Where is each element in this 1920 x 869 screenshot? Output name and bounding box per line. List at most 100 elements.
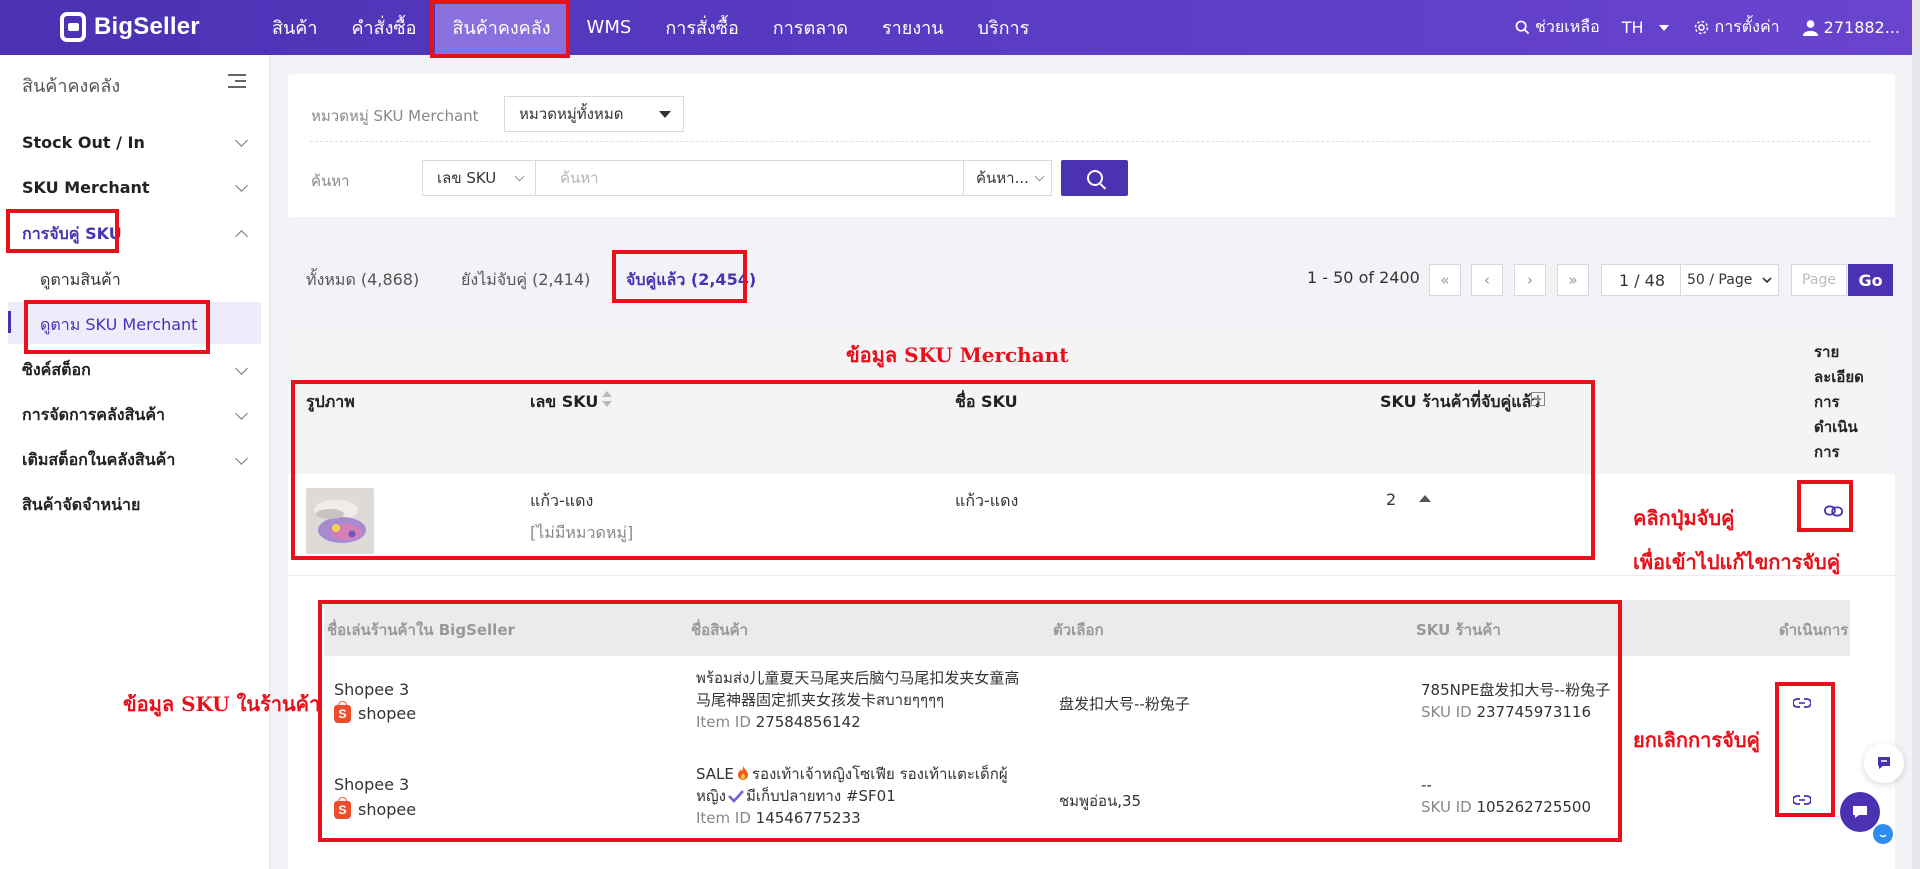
- sidebar-item-warehouse-management[interactable]: การจัดการคลังสินค้า: [22, 403, 250, 428]
- highlight-store-sku-area: [318, 600, 1622, 842]
- assistant-badge[interactable]: [1873, 824, 1893, 844]
- action-header-line: ราย: [1814, 343, 1840, 361]
- nav-right-tools: ช่วยเหลือ TH การตั้งค่า 271882...: [1515, 0, 1900, 55]
- prev-page-button[interactable]: ‹: [1471, 264, 1503, 296]
- highlight-nav-inventory: [430, 0, 570, 58]
- tab-unpaired[interactable]: ยังไม่จับคู่ (2,414): [461, 268, 590, 293]
- category-filter-label: หมวดหมู่ SKU Merchant: [311, 107, 479, 125]
- filter-divider: [310, 141, 1870, 142]
- search-field-value: เลข SKU: [437, 169, 497, 187]
- sidebar-active-indicator: [8, 311, 11, 333]
- user-icon: [1802, 20, 1818, 36]
- language-selector[interactable]: TH: [1622, 18, 1671, 37]
- pagination-range: 1 - 50 of 2400: [1307, 268, 1420, 287]
- chevron-down-icon: [514, 171, 525, 182]
- highlight-merchant-sku-area: [291, 380, 1595, 560]
- highlight-tab-paired: [612, 250, 747, 303]
- nav-purchase[interactable]: การสั่งซื้อ: [648, 0, 755, 55]
- smile-icon: [1879, 834, 1887, 838]
- sidebar-item-distribution-products[interactable]: สินค้าจัดจำหน่าย: [22, 493, 250, 518]
- main-menu: สินค้า คำสั่งซื้อ สินค้าคงคลัง WMS การสั…: [255, 0, 1046, 55]
- chevron-down-icon: [235, 179, 248, 192]
- next-page-button[interactable]: ›: [1514, 264, 1546, 296]
- nav-marketing[interactable]: การตลาด: [756, 0, 865, 55]
- first-page-button[interactable]: «: [1429, 264, 1461, 296]
- current-page-indicator: 1 / 48: [1601, 264, 1683, 296]
- action-header-line: การ: [1814, 393, 1840, 411]
- sidebar-title: สินค้าคงคลัง: [22, 76, 121, 97]
- user-menu[interactable]: 271882...: [1802, 18, 1900, 37]
- search-field-select[interactable]: เลข SKU: [422, 160, 536, 196]
- sidebar-item-label: เติมสต็อกในคลังสินค้า: [22, 450, 176, 469]
- bigseller-logo-icon: [60, 12, 86, 42]
- highlight-sidebar-by-sku-merchant: [24, 300, 210, 354]
- sidebar-item-restock[interactable]: เติมสต็อกในคลังสินค้า: [22, 448, 250, 473]
- action-header-line: ละเอียด: [1814, 368, 1864, 386]
- sidebar-item-label: การจัดการคลังสินค้า: [22, 405, 166, 424]
- search-mode-value: ค้นหา...: [976, 169, 1029, 187]
- logo-text: BigSeller: [94, 13, 200, 40]
- language-label: TH: [1621, 18, 1644, 37]
- tab-all[interactable]: ทั้งหมด (4,868): [306, 268, 419, 293]
- top-navbar: BigSeller สินค้า คำสั่งซื้อ สินค้าคงคลัง…: [0, 0, 1920, 55]
- search-button[interactable]: [1061, 160, 1128, 196]
- annotation-merchant-title: ข้อมูล SKU Merchant: [846, 343, 1069, 367]
- page-scrollbar[interactable]: [1912, 0, 1920, 869]
- nav-products[interactable]: สินค้า: [255, 0, 334, 55]
- page-size-select[interactable]: 50 / Page: [1680, 264, 1779, 296]
- announcement-button[interactable]: [1864, 743, 1904, 783]
- settings-label: การตั้งค่า: [1714, 17, 1780, 36]
- annotation-edit-pair: เพื่อเข้าไปแก้ไขการจับคู่: [1633, 550, 1841, 574]
- nav-orders[interactable]: คำสั่งซื้อ: [334, 0, 433, 55]
- action-header-line: การ: [1814, 443, 1840, 461]
- nav-services[interactable]: บริการ: [961, 0, 1047, 55]
- sidebar-item-label: Stock Out / In: [22, 133, 145, 152]
- sidebar-item-sku-merchant[interactable]: SKU Merchant: [22, 178, 250, 197]
- chevron-down-icon: [235, 134, 248, 147]
- search-input-wrapper: [535, 160, 964, 196]
- annotation-click-pair: คลิกปุ่มจับคู่: [1633, 506, 1735, 530]
- category-select[interactable]: หมวดหมู่ทั้งหมด: [504, 96, 684, 132]
- search-label: ค้นหา: [311, 172, 350, 190]
- last-page-button[interactable]: »: [1557, 264, 1589, 296]
- first-page-icon: «: [1440, 271, 1450, 289]
- sidebar-item-label: SKU Merchant: [22, 178, 150, 197]
- page-size-value: 50 / Page: [1687, 272, 1753, 288]
- highlight-edit-pairing-button: [1797, 480, 1853, 532]
- collapse-sidebar-icon[interactable]: [228, 73, 246, 89]
- chevron-down-icon: [235, 407, 248, 420]
- go-button[interactable]: Go: [1848, 264, 1893, 296]
- col-header-action-details: ราย ละเอียด การ ดำเนิน การ: [1814, 340, 1864, 465]
- message-icon: [1878, 757, 1890, 769]
- caret-down-icon: [659, 110, 671, 118]
- nav-wms[interactable]: WMS: [570, 0, 649, 55]
- gear-icon: [1694, 20, 1708, 35]
- search-icon: [1515, 20, 1530, 35]
- search-icon: [1086, 170, 1103, 186]
- caret-down-icon: [1658, 24, 1669, 31]
- chat-support-button[interactable]: [1840, 792, 1880, 832]
- search-mode-select[interactable]: ค้นหา...: [963, 160, 1052, 196]
- bigseller-logo[interactable]: BigSeller: [60, 10, 200, 44]
- help-label: ช่วยเหลือ: [1535, 17, 1600, 36]
- nav-reports[interactable]: รายงาน: [865, 0, 961, 55]
- next-page-icon: ›: [1527, 271, 1533, 289]
- sidebar-subitem-by-product[interactable]: ดูตามสินค้า: [40, 268, 121, 293]
- page-jump-input[interactable]: Page: [1791, 264, 1847, 296]
- chat-icon: [1853, 806, 1867, 818]
- sidebar-item-label: ซิงค์สต็อก: [22, 360, 91, 379]
- settings-link[interactable]: การตั้งค่า: [1693, 15, 1780, 40]
- sidebar-item-stock-out-in[interactable]: Stock Out / In: [22, 133, 250, 152]
- action-header-line: ดำเนิน: [1814, 418, 1858, 436]
- help-link[interactable]: ช่วยเหลือ: [1515, 15, 1600, 40]
- annotation-store-info: ข้อมูล SKU ในร้านค้า: [123, 692, 321, 716]
- sidebar-item-sync-stock[interactable]: ซิงค์สต็อก: [22, 358, 250, 383]
- chevron-down-icon: [235, 362, 248, 375]
- user-label: 271882...: [1823, 18, 1900, 37]
- chevron-down-icon: [1762, 276, 1772, 283]
- annotation-cancel-pair: ยกเลิกการจับคู่: [1633, 728, 1760, 752]
- highlight-sidebar-sku-pairing: [6, 209, 119, 253]
- search-input[interactable]: [536, 161, 963, 195]
- sub-header-action: ดำเนินการ: [1779, 621, 1849, 639]
- last-page-icon: »: [1568, 271, 1578, 289]
